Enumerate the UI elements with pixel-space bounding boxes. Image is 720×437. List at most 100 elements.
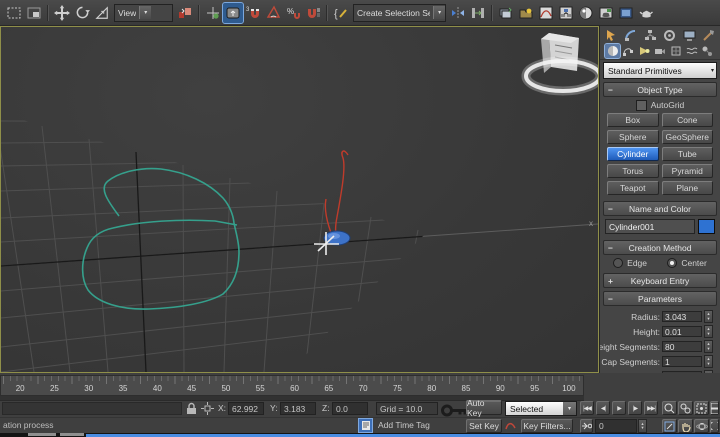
box-button[interactable]: Box — [607, 113, 659, 127]
play-button[interactable]: ▶ — [612, 401, 626, 415]
geosphere-button[interactable]: GeoSphere — [662, 130, 714, 144]
chevron-down-icon[interactable]: ▾ — [139, 6, 151, 19]
absolute-mode-icon[interactable] — [201, 402, 214, 415]
render-setup-icon[interactable] — [596, 3, 616, 23]
object-color-swatch[interactable] — [698, 219, 715, 234]
select-and-rotate-icon[interactable] — [72, 3, 92, 23]
set-key-mode-icon[interactable] — [441, 403, 468, 418]
spinner-snap-icon[interactable] — [303, 3, 323, 23]
center-radio[interactable]: Center — [667, 258, 707, 268]
window-crossing-icon[interactable] — [24, 3, 44, 23]
tube-button[interactable]: Tube — [662, 147, 714, 161]
timeline-ruler[interactable]: 2025 3035 4045 5055 6065 7075 8085 9095 … — [0, 375, 584, 396]
current-frame-field[interactable]: 0 — [595, 419, 637, 433]
curve-editor-icon[interactable] — [536, 3, 556, 23]
y-coord-field[interactable]: 3.183 — [280, 402, 316, 415]
box-with-ring-object[interactable] — [526, 33, 598, 91]
mirror-icon[interactable] — [448, 3, 468, 23]
rectangular-selection-region-icon[interactable] — [4, 3, 24, 23]
tab-modify[interactable] — [624, 29, 637, 42]
default-in-out-tangents-icon[interactable] — [505, 420, 517, 431]
category-geometry[interactable] — [605, 44, 620, 58]
keyboard-entry-header[interactable]: + Keyboard Entry — [603, 273, 717, 288]
object-name-field[interactable]: Cylinder001 — [605, 219, 695, 234]
use-pivot-point-center-icon[interactable] — [175, 3, 195, 23]
x-coord-field[interactable]: 62.992 — [228, 402, 264, 415]
object-type-header[interactable]: − Object Type — [603, 82, 717, 97]
collapse-icon[interactable]: − — [608, 241, 613, 254]
mini-track-area[interactable] — [2, 402, 182, 415]
reference-coordinate-system-dropdown[interactable]: View ▾ — [114, 4, 173, 22]
category-cameras[interactable] — [652, 44, 667, 58]
set-key-button[interactable]: Set Key — [466, 419, 502, 433]
pending-spline[interactable] — [336, 151, 349, 238]
pan-hand-icon[interactable] — [678, 419, 693, 433]
rendered-frame-window-icon[interactable] — [616, 3, 636, 23]
collapse-icon[interactable]: − — [608, 83, 613, 96]
render-production-icon[interactable] — [636, 3, 656, 23]
graphite-tools-icon[interactable] — [516, 3, 536, 23]
name-color-header[interactable]: − Name and Color — [603, 201, 717, 216]
perspective-viewport[interactable]: x — [0, 26, 599, 373]
parameters-header[interactable]: − Parameters — [603, 291, 717, 306]
edge-radio[interactable]: Edge — [613, 258, 647, 268]
snaps-toggle-3d-icon[interactable]: 3 — [243, 3, 263, 23]
next-frame-button[interactable]: |▶ — [628, 401, 642, 415]
pyramid-button[interactable]: Pyramid — [662, 164, 714, 178]
sphere-button[interactable]: Sphere — [607, 130, 659, 144]
plane-button[interactable]: Plane — [662, 181, 714, 195]
collapse-icon[interactable]: − — [608, 202, 613, 215]
creation-method-header[interactable]: − Creation Method — [603, 240, 717, 255]
layer-manager-icon[interactable] — [496, 3, 516, 23]
radius-spinner[interactable]: ▴▾ — [704, 310, 713, 323]
expand-icon[interactable]: + — [608, 274, 613, 287]
autogrid-checkbox[interactable] — [636, 100, 647, 111]
height-segments-field[interactable]: 80 — [662, 341, 702, 352]
tab-motion[interactable] — [663, 29, 676, 42]
cone-button[interactable]: Cone — [662, 113, 714, 127]
torus-button[interactable]: Torus — [607, 164, 659, 178]
spline-shape[interactable] — [83, 169, 239, 310]
edit-named-selection-sets-icon[interactable]: { — [331, 3, 351, 23]
percent-snap-icon[interactable]: % — [283, 3, 303, 23]
collapse-icon[interactable]: − — [608, 292, 613, 305]
selection-lock-icon[interactable] — [186, 402, 197, 415]
go-to-end-button[interactable]: ▶▶| — [644, 401, 658, 415]
cylinder-object[interactable] — [324, 231, 350, 245]
tab-display[interactable] — [683, 29, 696, 42]
named-selection-set-dropdown[interactable]: Create Selection Se ▾ — [353, 4, 446, 22]
selection-filter-dropdown[interactable]: Selected ▾ — [505, 401, 577, 416]
add-time-tag-label[interactable]: Add Time Tag — [378, 419, 430, 432]
angle-snap-icon[interactable] — [263, 3, 283, 23]
select-and-manipulate-icon[interactable] — [203, 3, 223, 23]
zoom-extents-icon[interactable] — [694, 401, 709, 415]
teapot-button[interactable]: Teapot — [607, 181, 659, 195]
zoom-icon[interactable] — [662, 401, 677, 415]
category-lights[interactable] — [637, 44, 652, 58]
go-to-start-button[interactable]: |◀◀ — [580, 401, 594, 415]
zoom-all-icon[interactable] — [678, 401, 693, 415]
zoom-extents-all-icon[interactable] — [710, 401, 719, 415]
previous-frame-button[interactable]: ◀| — [596, 401, 610, 415]
orbit-icon[interactable] — [694, 419, 709, 433]
tab-utilities[interactable] — [702, 29, 715, 42]
cap-segments-field[interactable]: 1 — [662, 356, 702, 367]
category-helpers[interactable] — [668, 44, 683, 58]
key-mode-toggle-icon[interactable] — [580, 419, 593, 433]
tab-hierarchy[interactable] — [644, 29, 657, 42]
category-shapes[interactable] — [621, 44, 636, 58]
keyboard-shortcut-override-icon[interactable] — [223, 3, 243, 23]
primitive-category-dropdown[interactable]: Standard Primitives ▾ — [603, 62, 717, 79]
select-and-move-icon[interactable] — [52, 3, 72, 23]
cap-segments-spinner[interactable]: ▴▾ — [704, 355, 713, 368]
key-filters-button[interactable]: Key Filters... — [521, 419, 573, 433]
height-field[interactable]: 0.01 — [662, 326, 702, 337]
z-coord-field[interactable]: 0.0 — [332, 402, 368, 415]
radius-field[interactable]: 3.043 — [662, 311, 702, 322]
zoom-region-icon[interactable] — [662, 419, 677, 433]
height-spinner[interactable]: ▴▾ — [704, 325, 713, 338]
auto-key-button[interactable]: Auto Key — [466, 401, 502, 415]
schematic-view-icon[interactable] — [556, 3, 576, 23]
align-icon[interactable] — [468, 3, 488, 23]
select-and-scale-icon[interactable] — [92, 3, 112, 23]
